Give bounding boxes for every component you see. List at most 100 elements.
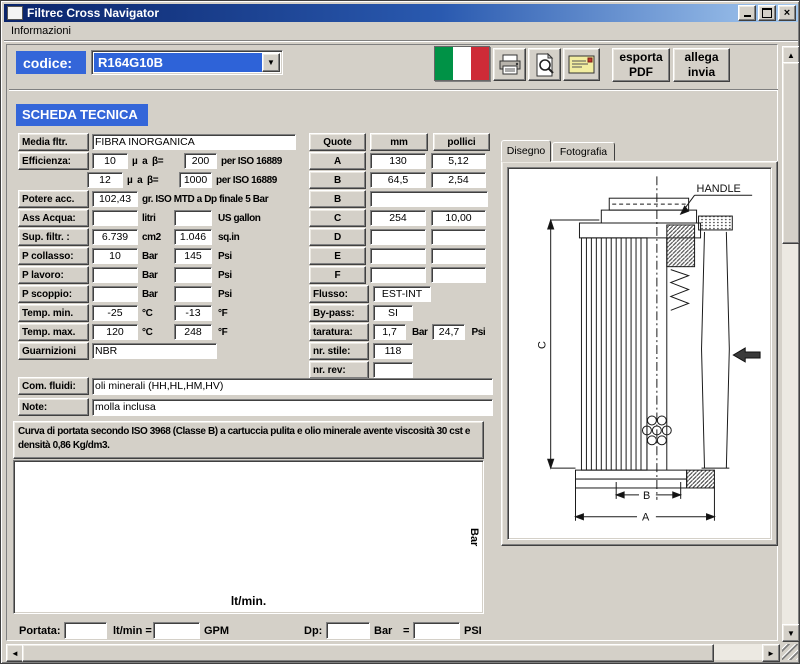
dim-c-mm-input[interactable] bbox=[370, 210, 426, 226]
efficienza-label[interactable]: Efficienza: bbox=[18, 152, 89, 170]
p-lavoro-bar-input[interactable] bbox=[92, 267, 138, 283]
export-pdf-button[interactable]: esporta PDF bbox=[612, 48, 670, 82]
taratura-label[interactable]: taratura: bbox=[309, 323, 369, 341]
dim-d-inch-input[interactable] bbox=[431, 229, 486, 245]
tab-disegno[interactable]: Disegno bbox=[501, 140, 551, 162]
dim-b-mm-input[interactable] bbox=[370, 172, 426, 188]
potere-acc-label[interactable]: Potere acc. bbox=[18, 190, 89, 208]
com-fluidi-label[interactable]: Com. fluidi: bbox=[18, 377, 89, 395]
media-fltr-label[interactable]: Media fltr. bbox=[18, 133, 89, 151]
dim-d-mm-input[interactable] bbox=[370, 229, 426, 245]
nr-rev-input[interactable] bbox=[373, 362, 413, 378]
dim-e-label[interactable]: E bbox=[309, 247, 366, 265]
flusso-label[interactable]: Flusso: bbox=[309, 285, 369, 303]
dim-c-inch-input[interactable] bbox=[431, 210, 486, 226]
bypass-input[interactable] bbox=[373, 305, 413, 321]
tab-fotografia[interactable]: Fotografia bbox=[552, 142, 615, 161]
quote-row-b2: B bbox=[309, 191, 489, 207]
ass-acqua-gallon-input[interactable] bbox=[174, 210, 212, 226]
p-scoppio-label[interactable]: P scoppio: bbox=[18, 285, 89, 303]
note-label[interactable]: Note: bbox=[18, 398, 89, 416]
scroll-right-button[interactable]: ► bbox=[762, 644, 780, 662]
guarnizioni-label[interactable]: Guarnizioni bbox=[18, 342, 89, 360]
ass-acqua-label[interactable]: Ass Acqua: bbox=[18, 209, 89, 227]
nr-stile-input[interactable] bbox=[373, 343, 413, 359]
dim-f-mm-input[interactable] bbox=[370, 267, 426, 283]
minimize-button[interactable] bbox=[738, 5, 756, 21]
temp-max-c-input[interactable] bbox=[92, 324, 138, 340]
guarnizioni-input[interactable] bbox=[92, 343, 217, 359]
email-button[interactable] bbox=[563, 48, 600, 81]
p-scoppio-bar-input[interactable] bbox=[92, 286, 138, 302]
psi-input[interactable] bbox=[413, 622, 460, 639]
p-lavoro-psi-input[interactable] bbox=[174, 267, 212, 283]
nr-rev-label[interactable]: nr. rev: bbox=[309, 361, 369, 379]
combobox-dropdown-button[interactable]: ▼ bbox=[262, 53, 280, 72]
temp-min-f-input[interactable] bbox=[174, 305, 212, 321]
scroll-down-button[interactable]: ▼ bbox=[782, 624, 800, 642]
temp-min-c-input[interactable] bbox=[92, 305, 138, 321]
field-row-guarnizioni: Guarnizioni bbox=[18, 343, 310, 359]
sup-filtr-sqin-input[interactable] bbox=[174, 229, 212, 245]
taratura-psi-input[interactable] bbox=[432, 324, 465, 340]
menu-bar: Informazioni bbox=[4, 22, 798, 41]
efficienza-micron-1-input[interactable] bbox=[92, 153, 128, 169]
p-collasso-psi-input[interactable] bbox=[174, 248, 212, 264]
taratura-bar-label: Bar bbox=[412, 327, 427, 338]
horizontal-scroll-thumb[interactable] bbox=[22, 644, 714, 662]
portata-input[interactable] bbox=[64, 622, 107, 639]
italian-flag-icon[interactable] bbox=[434, 46, 490, 81]
resize-grip[interactable] bbox=[782, 644, 798, 660]
p-scoppio-psi-input[interactable] bbox=[174, 286, 212, 302]
codice-combobox[interactable]: R164G10B ▼ bbox=[91, 50, 283, 75]
sup-filtr-cm2-input[interactable] bbox=[92, 229, 138, 245]
temp-max-label[interactable]: Temp. max. bbox=[18, 323, 89, 341]
menu-item-informazioni[interactable]: Informazioni bbox=[4, 23, 78, 39]
dim-b2-label[interactable]: B bbox=[309, 190, 366, 208]
dim-b-label[interactable]: B bbox=[309, 171, 366, 189]
print-button[interactable] bbox=[493, 48, 526, 81]
dim-d-label[interactable]: D bbox=[309, 228, 366, 246]
p-collasso-bar-input[interactable] bbox=[92, 248, 138, 264]
note-input[interactable] bbox=[92, 399, 493, 416]
vertical-scrollbar[interactable]: ▲ ▼ bbox=[782, 46, 798, 642]
media-fltr-input[interactable] bbox=[92, 134, 296, 150]
beta-value-2-input[interactable] bbox=[179, 172, 212, 188]
ass-acqua-litri-input[interactable] bbox=[92, 210, 138, 226]
bypass-row: By-pass: bbox=[309, 305, 489, 321]
beta-value-1-input[interactable] bbox=[184, 153, 217, 169]
flusso-input[interactable] bbox=[373, 286, 431, 302]
p-lavoro-label[interactable]: P lavoro: bbox=[18, 266, 89, 284]
dim-a-label[interactable]: A bbox=[309, 152, 366, 170]
potere-acc-input[interactable] bbox=[92, 191, 138, 207]
dim-c-label[interactable]: C bbox=[309, 209, 366, 227]
horizontal-scrollbar[interactable]: ◄ ► bbox=[6, 644, 780, 660]
bypass-label[interactable]: By-pass: bbox=[309, 304, 369, 322]
dim-f-inch-input[interactable] bbox=[431, 267, 486, 283]
temp-max-f-input[interactable] bbox=[174, 324, 212, 340]
dp-label: Dp: bbox=[304, 625, 322, 637]
temp-min-label[interactable]: Temp. min. bbox=[18, 304, 89, 322]
attach-send-button[interactable]: allega invia bbox=[673, 48, 730, 82]
p-collasso-label[interactable]: P collasso: bbox=[18, 247, 89, 265]
dim-b-inch-input[interactable] bbox=[431, 172, 486, 188]
fluidi-row: Com. fluidi: bbox=[18, 378, 498, 394]
dp-input[interactable] bbox=[326, 622, 370, 639]
dim-a-mm-input[interactable] bbox=[370, 153, 426, 169]
dim-a-inch-input[interactable] bbox=[431, 153, 486, 169]
maximize-button[interactable] bbox=[758, 5, 776, 21]
taratura-bar-input[interactable] bbox=[373, 324, 406, 340]
dim-e-inch-input[interactable] bbox=[431, 248, 486, 264]
dim-b2-wide-input[interactable] bbox=[370, 191, 488, 207]
nr-stile-label[interactable]: nr. stile: bbox=[309, 342, 369, 360]
dim-e-mm-input[interactable] bbox=[370, 248, 426, 264]
vertical-scroll-thumb[interactable] bbox=[782, 62, 800, 244]
sup-filtr-label[interactable]: Sup. filtr. : bbox=[18, 228, 89, 246]
dim-f-label[interactable]: F bbox=[309, 266, 366, 284]
gpm-input[interactable] bbox=[153, 622, 200, 639]
com-fluidi-input[interactable] bbox=[92, 378, 493, 395]
close-button[interactable]: × bbox=[778, 5, 796, 21]
efficienza-micron-2-input[interactable] bbox=[87, 172, 123, 188]
arrow-up-icon: ▲ bbox=[787, 51, 795, 60]
print-preview-button[interactable] bbox=[528, 48, 561, 81]
